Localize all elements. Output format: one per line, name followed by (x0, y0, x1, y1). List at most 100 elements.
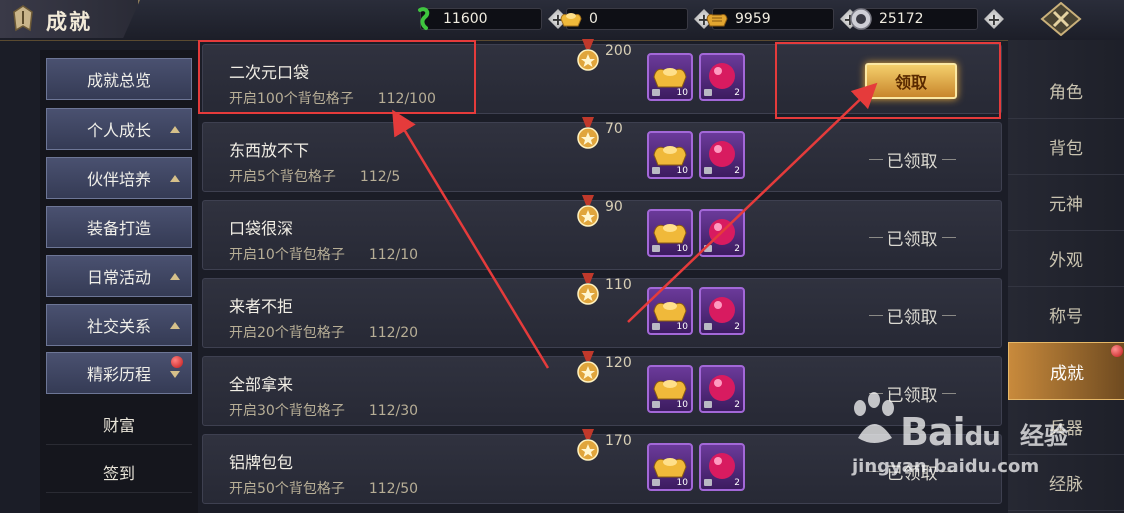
nav-label: 成就总览 (86, 71, 151, 90)
lock-icon (652, 401, 660, 408)
tab-label: 称号 (1049, 306, 1083, 327)
lock-icon (652, 479, 660, 486)
claimed-label: 已领取 (886, 151, 938, 172)
red-orb-reward-slot[interactable]: 2 (699, 287, 745, 335)
tab-title[interactable]: 称号 (1008, 286, 1124, 343)
claimed-label: 已领取 (886, 307, 938, 328)
nav-personal-growth[interactable]: 个人成长 (46, 108, 192, 150)
close-icon[interactable] (1040, 2, 1082, 36)
title-plate: 成就 (0, 0, 140, 38)
achievement-desc: 开启5个背包格子 112/5 (229, 166, 400, 186)
gold-ingot-value: 0 (566, 8, 688, 30)
medal-icon (577, 273, 599, 305)
tab-label: 背包 (1049, 138, 1083, 159)
nav-equipment-forge[interactable]: 装备打造 (46, 206, 192, 248)
reward-count: 2 (734, 400, 740, 410)
achievement-desc: 开启10个背包格子 112/10 (229, 244, 418, 264)
reward-count: 10 (676, 322, 688, 332)
lock-icon (704, 323, 712, 330)
highlight-claim-button (775, 42, 1001, 119)
reward-count: 10 (676, 88, 688, 98)
tab-backpack[interactable]: 背包 (1008, 118, 1124, 175)
reward-count: 10 (676, 244, 688, 254)
tab-label: 元神 (1049, 194, 1083, 215)
bound-gold-value: 9959 (712, 8, 834, 30)
lock-icon (652, 89, 660, 96)
red-orb-reward-slot[interactable]: 2 (699, 443, 745, 491)
achievement-desc: 开启20个背包格子 112/20 (229, 322, 418, 342)
red-orb-reward-slot[interactable]: 2 (699, 209, 745, 257)
add-silver-coin-button[interactable]: + (984, 9, 1004, 29)
achievement-points: 110 (605, 277, 632, 293)
subnav-label: 签到 (102, 464, 135, 483)
lock-icon (704, 401, 712, 408)
chevron-up-icon (170, 322, 180, 329)
reward-count: 2 (734, 478, 740, 488)
baidu-jingyan-watermark: Baidu 经验 jingyan.baidu.com (848, 390, 1078, 500)
chevron-down-icon (170, 371, 180, 378)
achievement-row: 口袋很深 开启10个背包格子 112/10 90 10 2 已领取 (202, 195, 1002, 270)
gold-ingot-reward-slot[interactable]: 10 (647, 209, 693, 257)
red-orb-reward-slot[interactable]: 2 (699, 131, 745, 179)
nav-label: 伙伴培养 (86, 170, 151, 189)
top-bar: 成就 11600 + 0 + 9959 + 25172 + (0, 0, 1124, 41)
red-orb-reward-slot[interactable]: 2 (699, 53, 745, 101)
gold-ingot-reward-slot[interactable]: 10 (647, 53, 693, 101)
tab-spirit[interactable]: 元神 (1008, 174, 1124, 231)
green-gem-value: 11600 (420, 8, 542, 30)
lock-icon (704, 479, 712, 486)
notification-dot (1111, 345, 1123, 357)
lock-icon (704, 89, 712, 96)
tab-character[interactable]: 角色 (1008, 62, 1124, 119)
claimed-label: 已领取 (886, 229, 938, 250)
achievement-name: 口袋很深 (229, 219, 294, 238)
achievement-desc: 开启30个背包格子 112/30 (229, 400, 418, 420)
reward-count: 2 (734, 322, 740, 332)
currency-gold-ingot: 0 + (560, 7, 714, 31)
currency-green-gem: 11600 + (418, 7, 568, 31)
claimed-status: 已领取 (857, 303, 967, 328)
lock-icon (652, 245, 660, 252)
chevron-up-icon (170, 126, 180, 133)
subnav-wealth[interactable]: 财富 (46, 404, 192, 445)
reward-count: 10 (676, 166, 688, 176)
gold-ingot-reward-slot[interactable]: 10 (647, 443, 693, 491)
achievement-progress: 112/10 (368, 247, 419, 263)
subnav-sign-in[interactable]: 签到 (46, 452, 192, 493)
gold-ingot-reward-slot[interactable]: 10 (647, 131, 693, 179)
achievement-desc-text: 开启30个背包格子 (229, 403, 345, 419)
red-orb-reward-slot[interactable]: 2 (699, 365, 745, 413)
nav-achievement-overview[interactable]: 成就总览 (46, 58, 192, 100)
achievement-desc: 开启50个背包格子 112/50 (229, 478, 418, 498)
nav-partner-training[interactable]: 伙伴培养 (46, 157, 192, 199)
lock-icon (704, 245, 712, 252)
nav-label: 社交关系 (86, 317, 151, 336)
gold-ingot-reward-slot[interactable]: 10 (647, 287, 693, 335)
nav-social-relations[interactable]: 社交关系 (46, 304, 192, 346)
nav-label: 个人成长 (86, 121, 151, 140)
nav-wonderful-journey[interactable]: 精彩历程 (46, 352, 192, 394)
reward-count: 10 (676, 478, 688, 488)
achievement-desc-text: 开启10个背包格子 (229, 247, 345, 263)
achievement-progress: 112/20 (368, 325, 419, 341)
medal-icon (577, 429, 599, 461)
reward-count: 10 (676, 400, 688, 410)
tab-appearance[interactable]: 外观 (1008, 230, 1124, 287)
achievement-points: 70 (605, 121, 623, 137)
achievement-progress: 112/5 (359, 169, 401, 185)
achievement-emblem-icon (13, 5, 33, 32)
medal-icon (577, 39, 599, 71)
paw-logo-icon (854, 392, 894, 443)
gold-ingot-reward-slot[interactable]: 10 (647, 365, 693, 413)
claimed-status: 已领取 (857, 147, 967, 172)
reward-count: 2 (734, 166, 740, 176)
tab-label: 角色 (1049, 82, 1083, 103)
nav-label: 精彩历程 (86, 365, 151, 384)
reward-count: 2 (734, 88, 740, 98)
achievement-name: 东西放不下 (229, 141, 310, 160)
bound-gold-ingot-icon (706, 14, 728, 27)
nav-label: 装备打造 (86, 219, 151, 238)
page-title: 成就 (46, 10, 92, 34)
nav-daily-activity[interactable]: 日常活动 (46, 255, 192, 297)
achievement-name: 全部拿来 (229, 375, 294, 394)
